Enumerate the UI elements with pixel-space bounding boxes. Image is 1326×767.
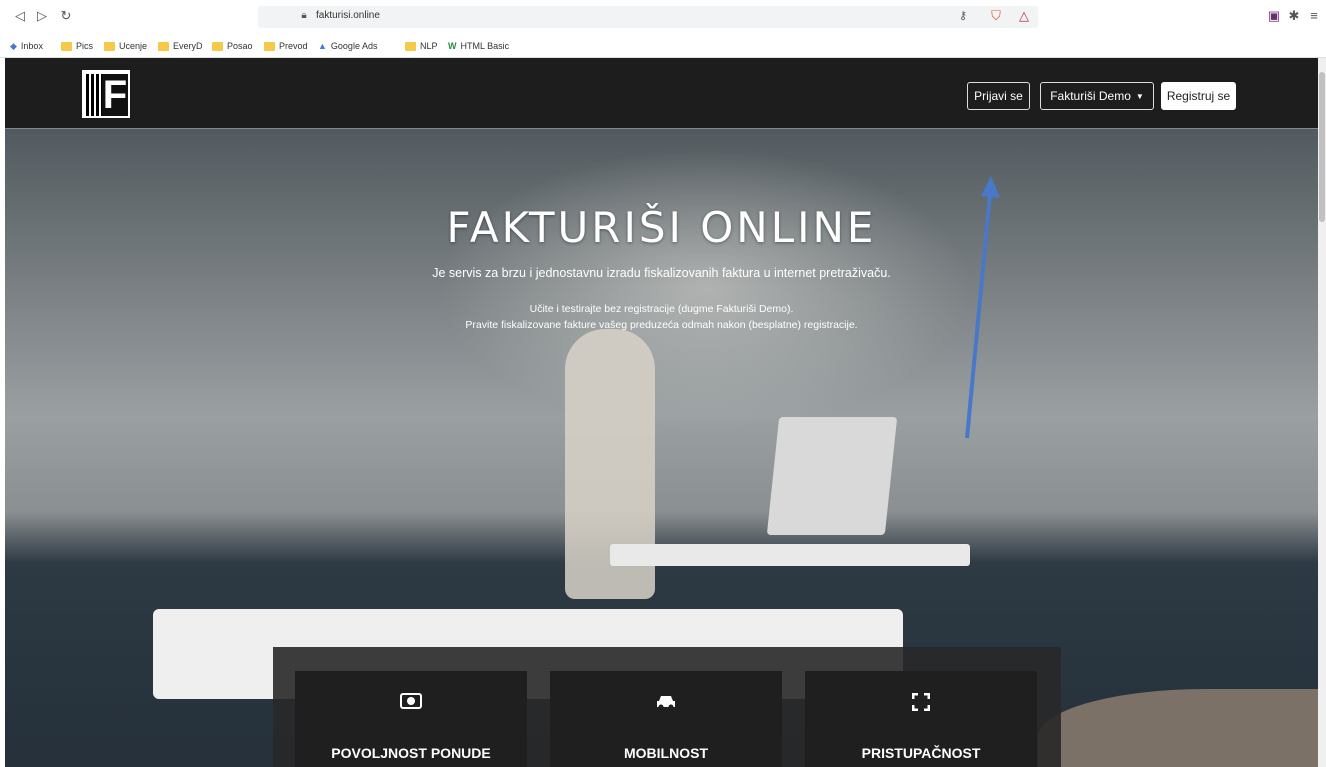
logo-letter-f: F [102,73,128,117]
features-panel: POVOLJNOST PONUDE MOBILNOST PRISTUPAČNOS… [273,647,1061,767]
hero-line-1: Učite i testirajte bez registracije (dug… [529,303,794,315]
folder-icon [264,41,275,51]
back-icon[interactable]: ◁ [12,8,28,24]
page-scrollbar[interactable] [1318,58,1326,767]
caret-down-icon: ▼ [1135,91,1144,101]
money-icon [295,693,527,714]
scrollbar-thumb[interactable] [1319,72,1325,222]
table-image [610,544,970,566]
folder-icon [212,41,223,51]
extensions-puzzle-icon[interactable]: ✱ [1286,8,1302,24]
bookmark-nlp[interactable]: NLP [405,39,438,53]
site-logo[interactable]: F [82,70,130,118]
lock-icon: 🔒︎ [301,10,307,21]
folder-icon [61,41,72,51]
brave-shield-icon[interactable]: ⛉ [988,8,1004,24]
feature-label: POVOLJNOST PONUDE [331,745,491,761]
feature-mobilnost: MOBILNOST [550,671,782,767]
car-icon [550,693,782,716]
register-button[interactable]: Registruj se [1161,82,1236,110]
hero-section: FAKTURIŠI ONLINE Je servis za brzu i jed… [5,129,1318,767]
url-text[interactable]: fakturisi.online [316,10,380,21]
bookmark-everyd[interactable]: EveryD [158,39,203,53]
laptop-image [766,417,898,535]
bookmark-pics[interactable]: Pics [61,39,93,53]
folder-icon [405,41,416,51]
bookmark-ucenje[interactable]: Ucenje [104,39,147,53]
feature-povoljnost: POVOLJNOST PONUDE [295,671,527,767]
inbox-icon: ◆ [10,40,17,51]
demo-dropdown-button[interactable]: Fakturiši Demo ▼ [1040,82,1154,110]
annotation-arrow-icon [965,176,1000,439]
w3-icon: W [448,41,457,51]
bookmark-prevod[interactable]: Prevod [264,39,308,53]
bookmark-inbox[interactable]: ◆ Inbox [10,39,43,53]
forward-icon[interactable]: ▷ [34,8,50,24]
hero-title: FAKTURIŠI ONLINE [446,203,877,252]
bookmarks-bar: ◆ Inbox Pics Ucenje EveryD Posao Prevod ▲… [0,34,1326,58]
google-ads-icon: ▲ [318,41,327,51]
hero-line-2: Pravite fiskalizovane fakture vašeg pred… [465,319,858,331]
folder-icon [158,41,169,51]
feature-label: PRISTUPAČNOST [861,745,981,761]
browser-toolbar: ◁ ▷ ↻ ▮ 🔒︎ fakturisi.online ⚷ ⛉ △ ▣ ✱ ≡ [0,0,1326,34]
login-button[interactable]: Prijavi se [967,82,1030,110]
site-navbar: F Prijavi se Fakturiši Demo ▼ Registruj … [5,58,1318,129]
expand-icon [805,692,1037,716]
bookmark-posao[interactable]: Posao [212,39,253,53]
feature-label: MOBILNOST [624,745,708,761]
feature-pristupacnost: PRISTUPAČNOST [805,671,1037,767]
bookmark-google-ads[interactable]: ▲ Google Ads [318,39,377,53]
key-icon[interactable]: ⚷ [955,8,971,24]
extension-icon[interactable]: ▣ [1266,8,1282,24]
hero-subtitle: Je servis za brzu i jednostavnu izradu f… [432,266,891,280]
qr-code-icon [86,74,102,116]
reload-icon[interactable]: ↻ [58,8,74,24]
brave-rewards-icon[interactable]: △ [1016,8,1032,24]
bookmark-html-basic[interactable]: W HTML Basic [448,39,509,53]
menu-icon[interactable]: ≡ [1306,8,1322,24]
folder-icon [104,41,115,51]
demo-label: Fakturiši Demo [1050,89,1131,103]
web-page: FAKTURIŠI ONLINE Je servis za brzu i jed… [0,58,1318,767]
